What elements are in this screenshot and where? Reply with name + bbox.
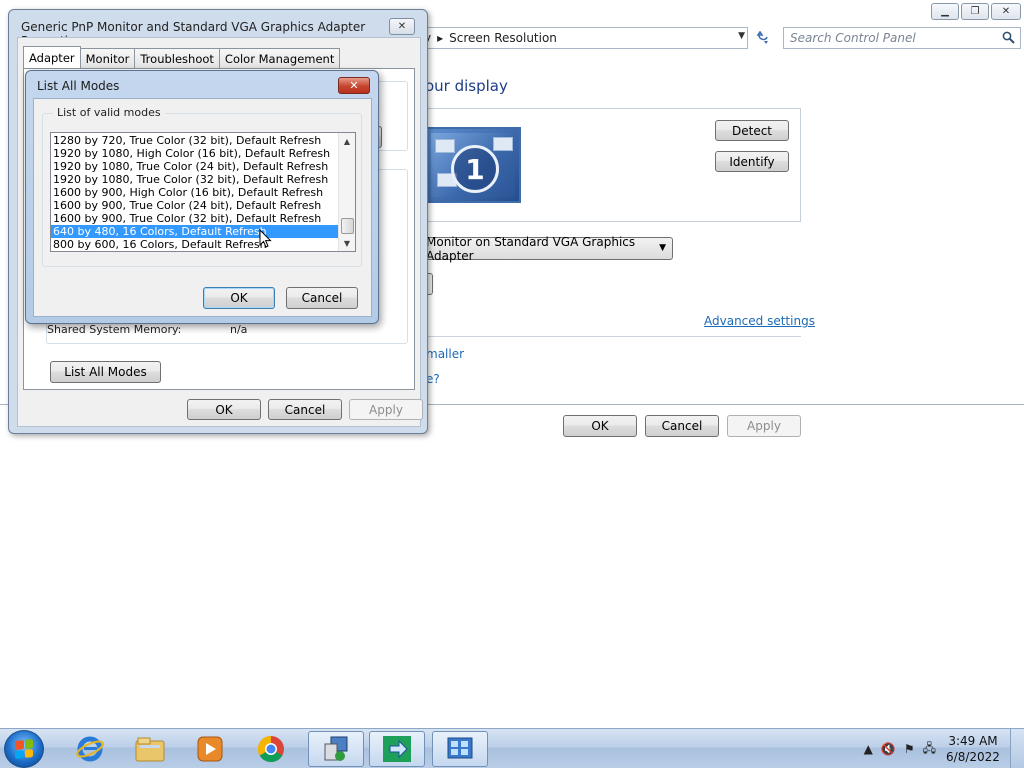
text-size-link[interactable]: maller (426, 347, 464, 361)
group-label: List of valid modes (53, 106, 165, 119)
control-panel-icon[interactable] (432, 731, 488, 767)
remote-app-icon[interactable] (369, 731, 425, 767)
apply-button[interactable]: Apply (349, 399, 423, 420)
mode-list-item[interactable]: 1600 by 900, True Color (24 bit), Defaul… (51, 199, 338, 212)
cancel-button[interactable]: Cancel (645, 415, 719, 437)
display-settings-icon[interactable] (308, 731, 364, 767)
file-explorer-icon[interactable] (122, 731, 178, 767)
maximize-button[interactable]: ❐ (961, 3, 989, 20)
windows-logo-icon (15, 739, 33, 759)
system-tray: ▲ 🔇 ⚑ 🖧 3:49 AM 6/8/2022 (860, 729, 1024, 768)
show-desktop-button[interactable] (1010, 729, 1024, 768)
cancel-button[interactable]: Cancel (268, 399, 342, 420)
monitor-number: 1 (451, 145, 499, 193)
vertical-scrollbar[interactable]: ▲ ▼ (338, 133, 355, 251)
media-player-icon[interactable] (182, 731, 238, 767)
window-caption-buttons: ▁ ❐ ✕ (931, 3, 1021, 20)
start-button[interactable] (4, 730, 44, 768)
cancel-button[interactable]: Cancel (286, 287, 358, 309)
identify-button[interactable]: Identify (715, 151, 789, 172)
mode-list-item[interactable]: 640 by 480, 16 Colors, Default Refresh (51, 225, 338, 238)
close-button[interactable]: ✕ (338, 77, 370, 94)
breadcrumb-arrow-icon[interactable]: ▸ (437, 31, 443, 45)
show-hidden-icons-icon[interactable]: ▲ (864, 742, 873, 756)
taskbar: ▲ 🔇 ⚑ 🖧 3:49 AM 6/8/2022 (0, 728, 1024, 768)
mode-list-item[interactable]: 800 by 600, 16 Colors, Default Refresh (51, 238, 338, 251)
monitor-window-graphic (435, 139, 455, 153)
list-all-modes-dialog: List All Modes ✕ List of valid modes 128… (25, 70, 379, 324)
clock-date: 6/8/2022 (946, 750, 1000, 764)
mode-list-item[interactable]: 1600 by 900, High Color (16 bit), Defaul… (51, 186, 338, 199)
ok-button[interactable]: OK (563, 415, 637, 437)
mouse-cursor-icon (259, 229, 272, 248)
scroll-down-icon[interactable]: ▼ (339, 235, 355, 251)
ok-button[interactable]: OK (203, 287, 275, 309)
display-select-value: Monitor on Standard VGA Graphics Adapter (426, 234, 636, 263)
refresh-icon[interactable] (752, 28, 774, 48)
shared-memory-row: Shared System Memory: n/a (47, 323, 247, 336)
tab-color-management[interactable]: Color Management (218, 48, 341, 68)
address-bar[interactable]: y ▸ Screen Resolution ▼ (415, 27, 748, 49)
minimize-button[interactable]: ▁ (931, 3, 959, 20)
mode-list-item[interactable]: 1920 by 1080, True Color (24 bit), Defau… (51, 160, 338, 173)
clock[interactable]: 3:49 AM 6/8/2022 (940, 733, 1006, 765)
help-link[interactable]: e? (426, 372, 440, 386)
breadcrumb-current[interactable]: Screen Resolution (449, 31, 557, 45)
close-button[interactable]: ✕ (991, 3, 1021, 20)
monitor-screen: 1 (431, 133, 515, 197)
page-heading: our display (425, 77, 508, 95)
close-button[interactable]: ✕ (389, 18, 415, 35)
modes-list-rows: 1280 by 720, True Color (32 bit), Defaul… (51, 134, 355, 251)
mode-list-item[interactable]: 1920 by 1080, High Color (16 bit), Defau… (51, 147, 338, 160)
mode-list-item[interactable]: 1920 by 1080, True Color (32 bit), Defau… (51, 173, 338, 186)
display-select[interactable]: Monitor on Standard VGA Graphics Adapter… (420, 234, 673, 263)
action-center-flag-icon[interactable]: ⚑ (904, 742, 915, 756)
search-input[interactable]: Search Control Panel (783, 27, 1021, 49)
search-placeholder: Search Control Panel (790, 31, 916, 45)
tab-adapter[interactable]: Adapter (23, 46, 81, 68)
dialog-title: List All Modes (37, 79, 120, 93)
mode-list-item[interactable]: 1600 by 900, True Color (32 bit), Defaul… (51, 212, 338, 225)
scroll-up-icon[interactable]: ▲ (339, 133, 355, 149)
scroll-thumb[interactable] (341, 218, 354, 234)
tab-strip: Adapter Monitor Troubleshoot Color Manag… (23, 46, 341, 68)
clock-time: 3:49 AM (948, 734, 998, 748)
modes-listbox[interactable]: 1280 by 720, True Color (32 bit), Defaul… (50, 132, 356, 252)
list-all-modes-button[interactable]: List All Modes (50, 361, 161, 383)
ok-button[interactable]: OK (187, 399, 261, 420)
tab-monitor[interactable]: Monitor (79, 48, 136, 68)
chevron-down-icon: ▼ (659, 243, 666, 253)
volume-muted-icon[interactable]: 🔇 (881, 742, 896, 756)
advanced-settings-link[interactable]: Advanced settings (704, 314, 815, 328)
shared-memory-label: Shared System Memory: (47, 323, 182, 336)
monitor-1-icon[interactable]: 1 (425, 127, 521, 203)
monitor-window-graphic (493, 137, 513, 151)
divider (420, 336, 801, 337)
chrome-icon[interactable] (243, 731, 299, 767)
detect-button[interactable]: Detect (715, 120, 789, 141)
address-dropdown-icon[interactable]: ▼ (738, 31, 745, 41)
network-icon[interactable]: 🖧 (923, 739, 936, 760)
dialog-client-area: List of valid modes 1280 by 720, True Co… (33, 98, 372, 317)
search-icon[interactable] (1002, 31, 1015, 48)
mode-list-item[interactable]: 1280 by 720, True Color (32 bit), Defaul… (51, 134, 338, 147)
tab-troubleshoot[interactable]: Troubleshoot (134, 48, 220, 68)
internet-explorer-icon[interactable] (62, 731, 118, 767)
shared-memory-value: n/a (230, 323, 248, 336)
apply-button[interactable]: Apply (727, 415, 801, 437)
